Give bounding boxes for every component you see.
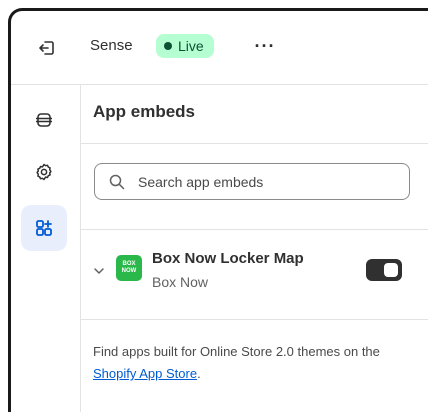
app-embed-item: BOX NOW Box Now Locker Map Box Now — [81, 231, 428, 319]
gear-icon — [36, 163, 52, 181]
status-badge: Live — [156, 34, 214, 58]
sections-icon — [36, 113, 52, 127]
sidebar-item-sections[interactable] — [21, 97, 67, 143]
sidebar-item-app-embeds[interactable] — [21, 205, 67, 251]
panel-title: App embeds — [93, 102, 196, 121]
app-embed-toggle[interactable] — [366, 259, 402, 281]
search-field[interactable] — [94, 163, 410, 200]
live-dot-icon — [164, 42, 172, 50]
toggle-knob — [384, 263, 398, 277]
chevron-down-icon[interactable] — [93, 265, 105, 277]
app-embeds-panel: App embeds BOX NOW Box Now Locker Map Bo… — [81, 85, 428, 412]
more-actions-button[interactable]: ··· — [253, 35, 277, 57]
theme-editor-window: Sense Live ··· App embeds Search app emb… — [8, 8, 428, 412]
sidebar-item-theme-settings[interactable] — [21, 149, 67, 195]
box-now-logo: BOX NOW — [116, 255, 142, 281]
divider — [81, 229, 428, 230]
status-badge-label: Live — [178, 38, 204, 54]
search-icon — [108, 173, 126, 191]
exit-icon — [39, 41, 54, 55]
top-bar: Sense Live ··· — [11, 11, 428, 85]
app-embeds-icon — [36, 220, 52, 236]
sidebar — [11, 85, 81, 412]
divider — [81, 143, 428, 144]
app-logo-text: NOW — [121, 268, 137, 274]
app-embed-vendor: Box Now — [152, 274, 209, 290]
footer-text-before: Find apps built for Online Store 2.0 the… — [93, 344, 380, 359]
app-logo-text: BOX — [122, 261, 136, 267]
footer-text-after: . — [197, 366, 201, 381]
ellipsis-icon: ··· — [254, 35, 276, 56]
divider — [81, 319, 428, 320]
theme-name: Sense — [90, 37, 133, 54]
footer-help-text: Find apps built for Online Store 2.0 the… — [93, 341, 403, 385]
app-embed-name: Box Now Locker Map — [152, 250, 304, 267]
exit-button[interactable] — [35, 36, 59, 60]
shopify-app-store-link[interactable]: Shopify App Store — [93, 366, 197, 381]
search-input[interactable] — [136, 172, 390, 191]
